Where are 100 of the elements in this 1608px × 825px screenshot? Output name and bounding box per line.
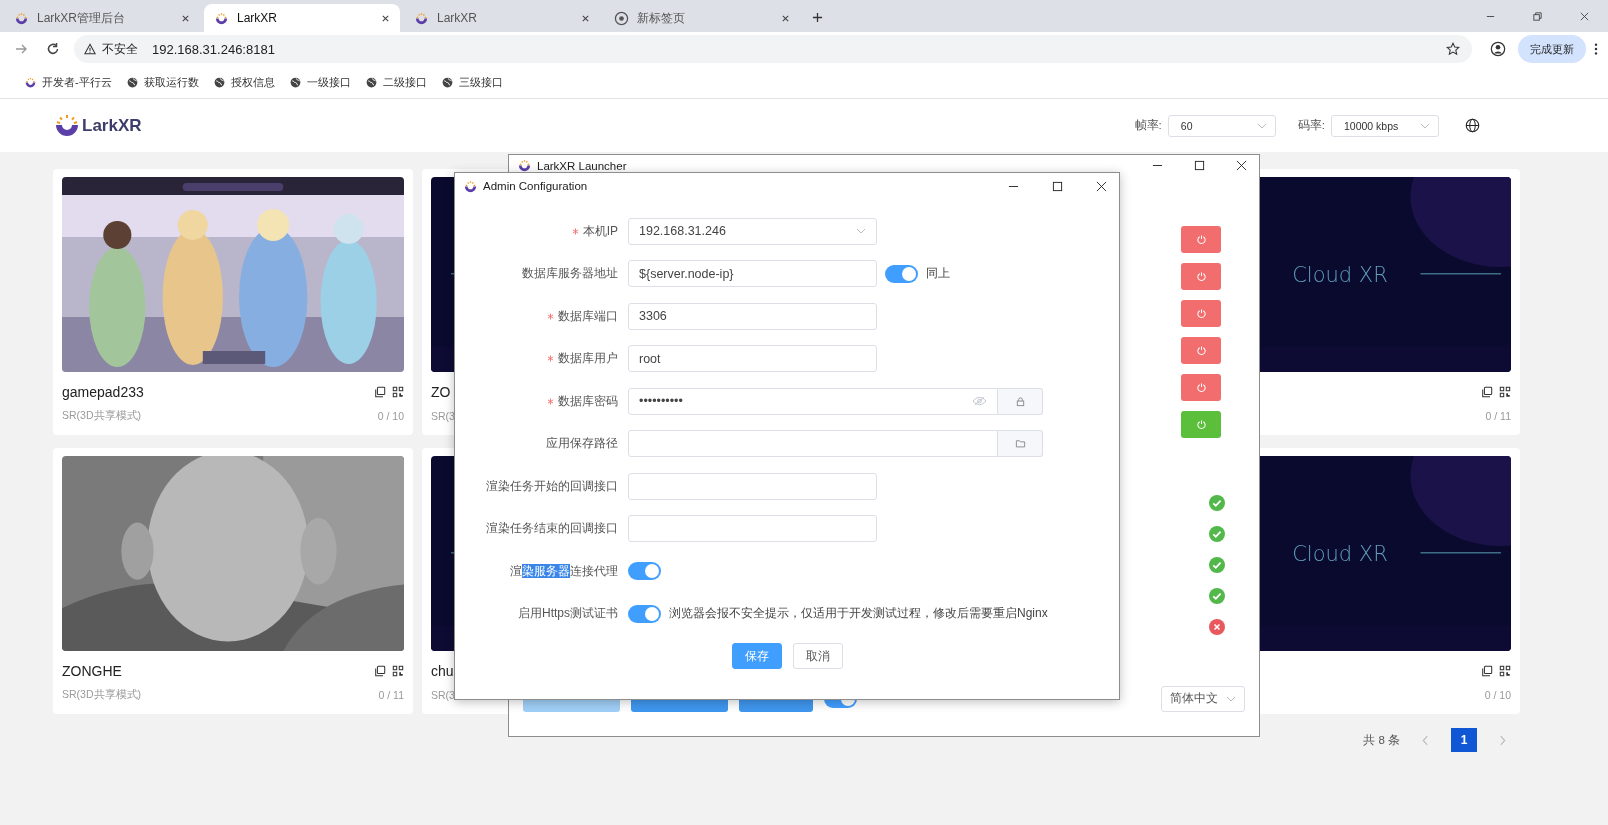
power-icon [1195,308,1207,319]
language-select[interactable]: 简体中文 [1161,685,1245,712]
address-field[interactable]: 不安全 192.168.31.246:8181 [74,35,1472,63]
copy-icon[interactable] [1481,386,1493,398]
close-icon[interactable] [381,13,390,23]
logo-icon [54,112,80,139]
close-icon[interactable] [1236,160,1247,171]
power-icon [1195,382,1207,393]
power-icon [1195,271,1207,282]
input-field[interactable] [628,515,877,543]
ip-select[interactable]: 192.168.31.246 [628,217,877,245]
cancel-button[interactable]: 取消 [792,643,843,669]
star-icon[interactable] [1446,42,1460,56]
app-name: ZO [431,384,451,400]
input-field[interactable]: 3306 [628,302,877,330]
field-label: 数据库端口 [558,307,618,325]
logo-text: LarkXR [82,115,142,136]
bookmark[interactable]: 授权信息 [212,74,275,90]
app-name: ZONGHE [62,663,122,679]
path-field[interactable] [628,430,998,458]
chevron-down-icon [856,228,866,235]
bookmark[interactable]: 三级接口 [440,74,503,90]
close-icon[interactable] [781,13,790,23]
globe-icon[interactable] [1465,118,1480,133]
toggle-switch[interactable] [628,604,661,623]
input-field[interactable] [628,472,877,500]
qr-code-icon[interactable] [392,386,404,398]
plus-icon[interactable] [812,12,823,23]
page-button[interactable]: 1 [1451,728,1477,752]
copy-icon[interactable] [1481,665,1493,677]
app-mode: SR(3D共享模式) [62,409,141,423]
qr-code-icon[interactable] [392,665,404,677]
close-icon[interactable] [581,13,590,23]
close-icon[interactable] [1579,11,1590,22]
restore-icon[interactable] [1532,11,1543,22]
switch-note: 浏览器会报不安全提示，仅适用于开发测试过程，修改后需要重启Nginx [669,605,1048,623]
cover-title: Cloud XR [1292,541,1388,566]
setting-label: 码率: [1297,118,1325,133]
browser-tab[interactable]: 新标签页 [604,4,800,32]
bookmark[interactable]: 获取运行数 [125,74,199,90]
reload-icon[interactable] [46,42,60,56]
browser-tab[interactable]: LarkXR [404,4,600,32]
copy-icon[interactable] [374,386,386,398]
lock-icon [1014,395,1026,407]
chevron-down-icon [1226,695,1236,702]
qr-code-icon[interactable] [1499,665,1511,677]
session-count: 0 / 10 [1484,689,1511,701]
field-label: 渲染服务器连接代理 [510,562,618,580]
input-field[interactable]: root [628,345,877,373]
globe-icon [212,75,226,89]
folder-icon [1014,438,1026,450]
copy-icon[interactable] [374,665,386,677]
app-card[interactable]: ZONGHE SR(3D共享模式) 0 / 11 [53,448,413,714]
setting-select[interactable]: 10000 kbps [1331,114,1439,137]
app-mode: SR(3 [431,410,455,422]
chevron-down-icon [1420,122,1430,129]
password-field[interactable]: •••••••••• [628,387,998,415]
globe-icon [614,10,629,26]
logo-icon [414,10,429,26]
app-mode: SR(3 [431,689,455,701]
switch-label: 同上 [926,265,950,283]
globe-icon [125,75,139,89]
field-label: 数据库服务器地址 [522,265,618,283]
field-label: 渲染任务结束的回调接口 [486,520,618,538]
qr-code-icon[interactable] [1499,386,1511,398]
total-count: 共 8 条 [1363,732,1400,748]
globe-icon [440,75,454,89]
maximize-icon[interactable] [1052,180,1063,192]
field-label: 数据库密码 [558,392,618,410]
logo-icon [517,158,532,173]
power-icon [1195,419,1207,430]
warning-icon [84,43,96,55]
setting-select[interactable]: 60 [1167,114,1276,137]
toggle-switch[interactable] [628,562,661,581]
chevron-down-icon [1256,122,1267,129]
menu-icon[interactable] [1594,42,1598,56]
bookmark[interactable]: 一级接口 [288,74,351,90]
globe-icon [364,75,378,89]
logo-icon [24,75,37,89]
browser-tab[interactable]: LarkXR [204,4,400,32]
cover-title: Cloud XR [1292,262,1388,287]
bookmark[interactable]: 二级接口 [364,74,427,90]
session-count: 0 / 11 [1485,410,1511,422]
close-icon[interactable] [1096,180,1107,192]
input-field[interactable]: ${server.node-ip} [628,260,877,288]
app-name: chu [431,663,454,679]
field-label: 渲染任务开始的回调接口 [486,477,618,495]
forward-icon[interactable] [14,42,28,56]
update-button[interactable]: 完成更新 [1518,35,1586,63]
logo-icon [214,10,229,26]
browser-tab[interactable]: LarkXR管理后台 [4,4,200,32]
session-count: 0 / 11 [378,689,404,701]
toggle-switch[interactable] [885,264,918,283]
maximize-icon[interactable] [1194,160,1205,171]
bookmark[interactable]: 开发者-平行云 [24,74,112,90]
setting-label: 帧率: [1134,118,1162,133]
profile-icon[interactable] [1490,41,1506,57]
app-mode: SR(3D共享模式) [62,688,141,702]
close-icon[interactable] [181,13,190,23]
app-card[interactable]: gamepad233 SR(3D共享模式) 0 / 10 [53,169,413,435]
